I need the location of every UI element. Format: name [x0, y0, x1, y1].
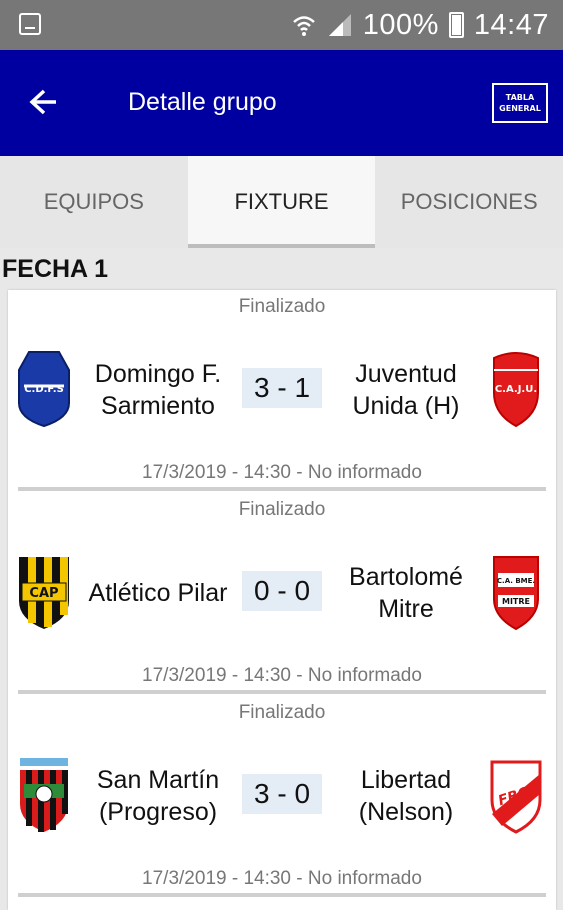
away-team-name: Libertad (Nelson): [326, 764, 486, 828]
crest-text: CAP: [29, 586, 58, 601]
crest-text-2: MITRE: [502, 597, 530, 606]
tabla-general-line2: GENERAL: [499, 104, 541, 113]
bartolome-mitre-crest-icon: C.A. BME. MITRE: [493, 556, 539, 631]
wifi-icon: [292, 16, 315, 36]
tab-equipos[interactable]: EQUIPOS: [0, 156, 188, 248]
divider: [18, 893, 546, 897]
crest-text: C.A. BME.: [497, 577, 535, 585]
crest-text: C.A.J.U.: [495, 384, 537, 395]
match-date: 17/3/2019 - 14:30 - No informado: [142, 868, 422, 889]
match-score: 3 - 1: [242, 368, 322, 408]
match-score: 0 - 0: [242, 571, 322, 611]
away-team-line2: (Nelson): [358, 798, 454, 826]
domingo-sarmiento-crest-icon: C.D.F.S: [18, 351, 70, 428]
home-team-line2: (Progreso): [98, 798, 218, 826]
tab-posiciones[interactable]: POSICIONES: [375, 156, 563, 248]
back-arrow-icon[interactable]: [22, 80, 66, 124]
match-card[interactable]: Finalizado San Martín (Progreso) 3 - 0 L…: [8, 696, 556, 899]
fixture-list: Finalizado C.D.F.S Domingo F. Sarmiento …: [8, 290, 556, 910]
match-status: Finalizado: [238, 702, 326, 723]
divider: [18, 690, 546, 694]
section-title: FECHA 1: [2, 255, 109, 283]
match-date: 17/3/2019 - 14:30 - No informado: [142, 665, 422, 686]
home-team-line2: Sarmiento: [101, 392, 215, 420]
home-team-name: Atlético Pilar: [78, 577, 238, 609]
crest-text: C.D.F.S: [24, 384, 64, 395]
tabla-general-button[interactable]: TABLA GENERAL: [492, 83, 548, 123]
battery-icon: [448, 12, 464, 38]
match-card[interactable]: Finalizado C.D.F.S Domingo F. Sarmiento …: [8, 290, 556, 493]
away-team-line2: Mitre: [378, 595, 434, 623]
tabla-general-line1: TABLA: [505, 93, 535, 102]
home-team-name: Domingo F. Sarmiento: [78, 358, 238, 422]
match-score: 3 - 0: [242, 774, 322, 814]
away-team-line2: Unida (H): [352, 392, 460, 420]
signal-icon: [328, 14, 351, 36]
libertad-nelson-crest-icon: FBCL: [490, 760, 542, 834]
app-bar: Detalle grupo TABLA GENERAL: [0, 50, 563, 156]
tab-bar: EQUIPOS FIXTURE POSICIONES: [0, 156, 563, 248]
divider: [18, 487, 546, 491]
clock: 14:47: [473, 8, 549, 41]
match-date: 17/3/2019 - 14:30 - No informado: [142, 462, 422, 483]
home-team-name: San Martín (Progreso): [78, 764, 238, 828]
juventud-unida-crest-icon: C.A.J.U.: [493, 352, 539, 428]
away-team-name: Bartolomé Mitre: [326, 561, 486, 625]
battery-percent: 100%: [362, 8, 439, 41]
atletico-pilar-crest-icon: CAP: [19, 557, 69, 629]
home-team-line1: San Martín: [96, 766, 220, 794]
home-team-line1: Domingo F.: [94, 360, 222, 388]
away-team-name: Juventud Unida (H): [326, 358, 486, 422]
match-status: Finalizado: [238, 499, 326, 520]
match-status: Finalizado: [238, 296, 326, 317]
home-team-line1: Atlético Pilar: [88, 579, 228, 607]
page-title: Detalle grupo: [128, 88, 277, 116]
tab-fixture[interactable]: FIXTURE: [187, 156, 376, 248]
away-team-line1: Libertad: [360, 766, 452, 794]
gallery-notification-icon: [19, 13, 41, 35]
status-bar: 100% 14:47: [0, 0, 563, 50]
match-card[interactable]: Finalizado CAP Atlético Pilar 0 - 0 Bart…: [8, 493, 556, 696]
san-martin-crest-icon: [20, 758, 68, 832]
away-team-line1: Bartolomé: [349, 563, 463, 591]
away-team-line1: Juventud: [355, 360, 457, 388]
